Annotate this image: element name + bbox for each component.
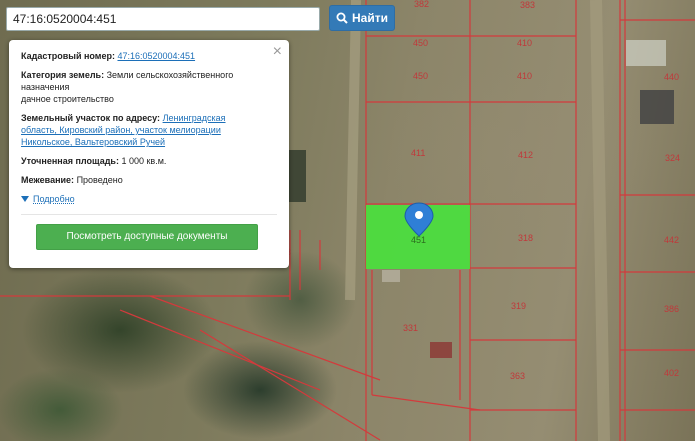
address-link[interactable]: Ленинградская (163, 113, 226, 123)
plot-number: 440 (664, 72, 679, 82)
address-label: Земельный участок по адресу: (21, 113, 161, 123)
triangle-down-icon (21, 196, 29, 202)
plot-number: 386 (664, 304, 679, 314)
details-toggle[interactable]: Подробно (21, 193, 277, 205)
survey-label: Межевание: (21, 175, 75, 185)
plot-number: 411 (411, 148, 425, 158)
land-category-label: Категория земель: (21, 70, 105, 80)
building (626, 40, 666, 66)
plot-number: 382 (414, 0, 429, 9)
close-icon[interactable]: × (273, 44, 282, 60)
building (430, 342, 452, 358)
parcel-info-popup: × Кадастровый номер: 47:16:0520004:451 К… (9, 40, 289, 268)
land-category-row: Категория земель: Земли сельскохозяйстве… (21, 69, 277, 105)
plot-number: 450 (413, 71, 428, 81)
plot-number: 318 (518, 233, 533, 243)
address-link[interactable]: область, Кировский район, участок мелиор… (21, 125, 221, 135)
address-row: Земельный участок по адресу: Ленинградск… (21, 112, 277, 148)
building (640, 90, 674, 124)
plot-number: 412 (518, 150, 533, 160)
plot-number: 410 (517, 38, 532, 48)
search-icon (336, 12, 348, 24)
building (288, 150, 306, 202)
plot-number: 319 (511, 301, 526, 311)
address-link[interactable]: Никольское, Вальтеровский Ручей (21, 137, 165, 147)
view-documents-button[interactable]: Посмотреть доступные документы (36, 224, 258, 250)
cadastral-number-row: Кадастровый номер: 47:16:0520004:451 (21, 50, 277, 62)
plot-number: 331 (403, 323, 418, 333)
area-label: Уточненная площадь: (21, 156, 119, 166)
search-input[interactable]: 47:16:0520004:451 (6, 7, 320, 31)
plot-number: 402 (664, 368, 679, 378)
search-button-label: Найти (352, 11, 388, 25)
building (382, 270, 400, 282)
plot-number: 450 (413, 38, 428, 48)
land-category-value: назначения (21, 82, 70, 92)
cadastral-number-label: Кадастровый номер: (21, 51, 115, 61)
area-row: Уточненная площадь: 1 000 кв.м. (21, 155, 277, 167)
details-link[interactable]: Подробно (33, 193, 75, 205)
survey-row: Межевание: Проведено (21, 174, 277, 186)
land-use-value: дачное строительство (21, 94, 114, 104)
area-value: 1 000 кв.м. (121, 156, 167, 166)
survey-value: Проведено (76, 175, 123, 185)
plot-number: 410 (517, 71, 532, 81)
plot-number: 324 (665, 153, 680, 163)
pin-label: 451 (411, 235, 426, 245)
land-category-value: Земли сельскохозяйственного (106, 70, 234, 80)
divider (21, 214, 277, 215)
plot-number: 383 (520, 0, 535, 10)
search-button[interactable]: Найти (329, 5, 395, 31)
plot-numbers: 382 383 450 410 450 410 411 412 318 331 … (286, 0, 680, 381)
plot-number: 442 (664, 235, 679, 245)
plot-number: 363 (510, 371, 525, 381)
cadastral-number-link[interactable]: 47:16:0520004:451 (117, 51, 195, 61)
